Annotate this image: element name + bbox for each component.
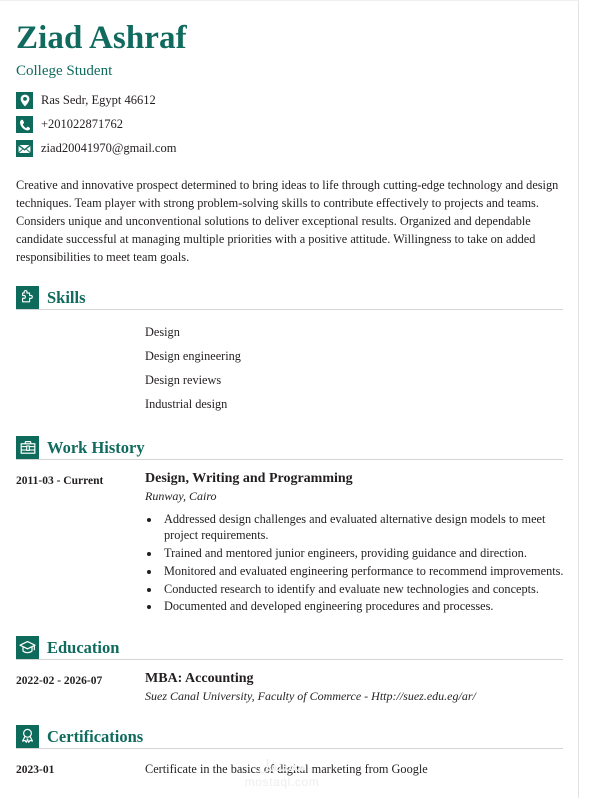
education-entry-institution: Suez Canal University, Faculty of Commer… (145, 689, 476, 704)
contact-row-phone: +201022871762 (16, 114, 564, 136)
education-entry-degree: MBA: Accounting (145, 670, 254, 686)
section-header-work-history: Work History (16, 435, 563, 460)
briefcase-icon (16, 435, 39, 459)
education-entry-date: 2022-02 - 2026-07 (16, 674, 103, 687)
contact-list: Ras Sedr, Egypt 46612 +201022871762 ziad… (16, 90, 564, 160)
section-header-certifications: Certifications (16, 724, 563, 749)
award-ribbon-icon (16, 724, 39, 748)
contact-phone-text: +201022871762 (41, 117, 124, 132)
section-skills: Skills Design Design engineering Design … (14, 285, 564, 416)
candidate-subtitle: College Student (16, 62, 113, 79)
contact-row-email: ziad20041970@gmail.com (16, 138, 564, 160)
skill-item: Design (145, 324, 180, 339)
contact-location-text: Ras Sedr, Egypt 46612 (41, 93, 156, 108)
skills-list: Design Design engineering Design reviews… (14, 320, 564, 416)
bullet-item: Conducted research to identify and evalu… (161, 581, 564, 598)
resume-header: Ziad Ashraf College Student Ras Sedr, Eg… (14, 21, 564, 160)
contact-email-text: ziad20041970@gmail.com (41, 141, 177, 156)
certification-entry-date: 2023-01 (16, 763, 55, 776)
section-header-education: Education (16, 635, 563, 660)
work-entry-company: Runway, Cairo (145, 489, 217, 504)
skill-item: Design reviews (145, 372, 222, 387)
section-title-skills: Skills (47, 287, 86, 307)
candidate-name: Ziad Ashraf (16, 20, 187, 56)
section-certifications: Certifications 2023-01 Certificate in th… (14, 724, 564, 779)
skill-item: Design engineering (145, 348, 241, 363)
bullet-item: Trained and mentored junior engineers, p… (161, 545, 564, 562)
certification-entry: 2023-01 Certificate in the basics of dig… (14, 759, 564, 779)
education-entry: 2022-02 - 2026-07 MBA: Accounting Suez C… (14, 670, 564, 705)
certification-entry-body: Certificate in the basics of digital mar… (145, 759, 564, 778)
bullet-item: Documented and developed engineering pro… (161, 598, 564, 615)
professional-summary: Creative and innovative prospect determi… (16, 177, 559, 264)
section-title-education: Education (47, 637, 120, 657)
skill-item: Industrial design (145, 396, 228, 411)
resume-page: Ziad Ashraf College Student Ras Sedr, Eg… (0, 0, 579, 798)
puzzle-piece-icon (16, 285, 39, 309)
contact-row-location: Ras Sedr, Egypt 46612 (16, 90, 564, 112)
work-entry: 2011-03 - Current Design, Writing and Pr… (14, 470, 564, 616)
envelope-icon (16, 140, 33, 158)
graduation-cap-icon (16, 635, 39, 659)
work-entry-date: 2011-03 - Current (16, 474, 104, 487)
section-header-skills: Skills (16, 285, 563, 310)
work-entry-title: Design, Writing and Programming (145, 470, 353, 486)
location-pin-icon (16, 92, 33, 110)
work-entry-bullets: Addressed design challenges and evaluate… (145, 511, 564, 615)
education-entry-body: MBA: Accounting Suez Canal University, F… (145, 670, 564, 705)
phone-icon (16, 116, 33, 134)
bullet-item: Addressed design challenges and evaluate… (161, 511, 564, 544)
work-entry-body: Design, Writing and Programming Runway, … (145, 470, 564, 616)
section-work-history: Work History 2011-03 - Current Design, W… (14, 435, 564, 616)
section-title-work-history: Work History (47, 437, 145, 457)
section-education: Education 2022-02 - 2026-07 MBA: Account… (14, 635, 564, 705)
bullet-item: Monitored and evaluated engineering perf… (161, 563, 564, 580)
certification-entry-text: Certificate in the basics of digital mar… (145, 761, 428, 776)
section-title-certifications: Certifications (47, 726, 144, 746)
